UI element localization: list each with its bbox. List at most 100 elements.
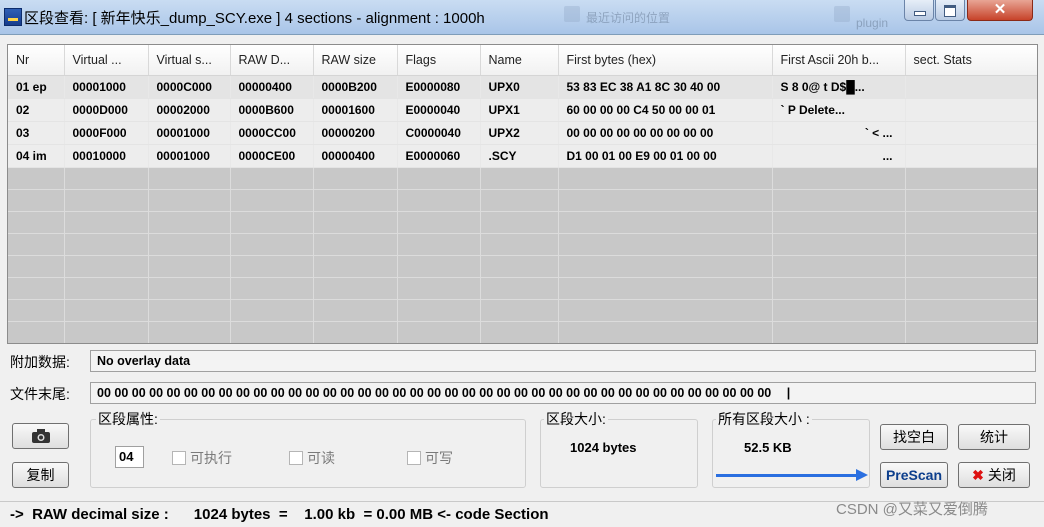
column-header-virtual-size[interactable]: Virtual s... xyxy=(148,45,231,76)
cell-virtual-offset: 0000F000 xyxy=(64,121,149,145)
cell-virtual-offset: 00010000 xyxy=(64,144,149,168)
sections-grid[interactable]: Nr Virtual ... Virtual s... RAW D... RAW… xyxy=(7,44,1038,344)
overlay-field[interactable]: No overlay data xyxy=(90,350,1036,372)
column-header-flags[interactable]: Flags xyxy=(397,45,481,76)
prescan-button[interactable]: PreScan xyxy=(880,462,948,488)
empty-row xyxy=(8,233,1037,256)
readable-checkbox[interactable]: 可读 xyxy=(289,448,335,468)
overlay-label: 附加数据: xyxy=(10,354,70,370)
eof-field[interactable]: 00 00 00 00 00 00 00 00 00 00 00 00 00 0… xyxy=(90,382,1036,404)
checkbox-box[interactable] xyxy=(289,451,303,465)
snapshot-button[interactable] xyxy=(12,423,69,449)
cell-first-ascii: S 8 0@ t D$█... xyxy=(772,75,906,99)
title-bar[interactable]: 区段查看: [ 新年快乐_dump_SCY.exe ] 4 sections -… xyxy=(0,0,1044,35)
cell-name: UPX0 xyxy=(480,75,559,99)
empty-row xyxy=(8,211,1037,234)
cell-raw-data: 0000B600 xyxy=(230,98,314,122)
cell-first-ascii: ` < ... xyxy=(772,121,906,145)
close-icon: ✕ xyxy=(993,1,1007,18)
folder-icon xyxy=(564,6,580,22)
all-sections-size-value: 52.5 KB xyxy=(744,440,792,455)
empty-row xyxy=(8,189,1037,212)
grid-header: Nr Virtual ... Virtual s... RAW D... RAW… xyxy=(8,45,1037,76)
app-icon xyxy=(4,8,22,26)
cell-name: UPX1 xyxy=(480,98,559,122)
cell-first-bytes: 00 00 00 00 00 00 00 00 00 xyxy=(558,121,773,145)
maximize-icon xyxy=(944,5,956,17)
cell-flags: E0000060 xyxy=(397,144,481,168)
minimize-button[interactable] xyxy=(904,0,934,21)
background-ghost-text: 最近访问的位置 xyxy=(586,11,671,25)
arrow-right-icon xyxy=(716,469,868,481)
cell-flags: E0000080 xyxy=(397,75,481,99)
readable-label: 可读 xyxy=(307,450,335,466)
cell-raw-size: 00001600 xyxy=(313,98,398,122)
table-row[interactable]: 04 im 00010000 00001000 0000CE00 0000040… xyxy=(8,144,1037,168)
empty-row xyxy=(8,167,1037,190)
text-caret: | xyxy=(786,386,791,400)
cell-flags: E0000040 xyxy=(397,98,481,122)
empty-row xyxy=(8,344,1037,345)
section-number-field[interactable]: 04 xyxy=(115,446,144,468)
column-header-raw-data[interactable]: RAW D... xyxy=(230,45,314,76)
empty-row xyxy=(8,299,1037,322)
find-empty-button[interactable]: 找空白 xyxy=(880,424,948,450)
background-ghost-text: plugin xyxy=(856,16,889,30)
cell-raw-data: 0000CE00 xyxy=(230,144,314,168)
column-header-raw-size[interactable]: RAW size xyxy=(313,45,398,76)
cell-raw-size: 00000200 xyxy=(313,121,398,145)
close-window-button[interactable]: ✕ xyxy=(967,0,1033,21)
section-size-value: 1024 bytes xyxy=(570,440,637,455)
copy-button[interactable]: 复制 xyxy=(12,462,69,488)
column-header-first-bytes[interactable]: First bytes (hex) xyxy=(558,45,773,76)
column-header-sect-stats[interactable]: sect. Stats xyxy=(905,45,1037,76)
writable-checkbox[interactable]: 可写 xyxy=(407,448,453,468)
column-header-first-ascii[interactable]: First Ascii 20h b... xyxy=(772,45,906,76)
table-row[interactable]: 03 0000F000 00001000 0000CC00 00000200 C… xyxy=(8,121,1037,145)
cell-virtual-size: 00002000 xyxy=(148,98,231,122)
table-row[interactable]: 02 0000D000 00002000 0000B600 00001600 E… xyxy=(8,98,1037,122)
column-header-name[interactable]: Name xyxy=(480,45,559,76)
camera-icon xyxy=(31,429,50,443)
status-text: -> RAW decimal size : 1024 bytes = 1.00 … xyxy=(10,506,549,523)
table-row[interactable]: 01 ep 00001000 0000C000 00000400 0000B20… xyxy=(8,75,1037,99)
cell-first-bytes: 60 00 00 00 C4 50 00 00 01 xyxy=(558,98,773,122)
column-header-nr[interactable]: Nr xyxy=(8,45,65,76)
writable-label: 可写 xyxy=(425,450,453,466)
section-properties-title: 区段属性: xyxy=(96,409,160,429)
column-header-virtual-offset[interactable]: Virtual ... xyxy=(64,45,149,76)
cell-name: UPX2 xyxy=(480,121,559,145)
cell-nr: 02 xyxy=(8,98,65,122)
cell-first-ascii: ... xyxy=(772,144,906,168)
close-button[interactable]: ✖ 关闭 xyxy=(958,462,1030,488)
cell-virtual-size: 00001000 xyxy=(148,144,231,168)
watermark: CSDN @又菜又爱倒腾 xyxy=(836,501,988,518)
close-button-label: 关闭 xyxy=(987,467,1016,483)
cell-raw-size: 0000B200 xyxy=(313,75,398,99)
cell-virtual-offset: 00001000 xyxy=(64,75,149,99)
executable-label: 可执行 xyxy=(190,450,232,466)
section-size-title: 区段大小: xyxy=(544,409,608,429)
cell-nr: 03 xyxy=(8,121,65,145)
stats-button[interactable]: 统计 xyxy=(958,424,1030,450)
cell-virtual-size: 00001000 xyxy=(148,121,231,145)
empty-row xyxy=(8,321,1037,343)
cell-first-bytes: D1 00 01 00 E9 00 01 00 00 xyxy=(558,144,773,168)
cell-first-bytes: 53 83 EC 38 A1 8C 30 40 00 xyxy=(558,75,773,99)
cell-sect-stats xyxy=(905,144,1037,168)
cell-raw-data: 0000CC00 xyxy=(230,121,314,145)
maximize-button[interactable] xyxy=(935,0,965,21)
close-x-icon: ✖ xyxy=(972,467,984,483)
checkbox-box[interactable] xyxy=(407,451,421,465)
minimize-icon xyxy=(914,11,926,16)
cell-sect-stats xyxy=(905,98,1037,122)
cell-sect-stats xyxy=(905,121,1037,145)
cell-sect-stats xyxy=(905,75,1037,99)
cell-raw-size: 00000400 xyxy=(313,144,398,168)
folder-icon xyxy=(834,6,850,22)
cell-flags: C0000040 xyxy=(397,121,481,145)
executable-checkbox[interactable]: 可执行 xyxy=(172,448,232,468)
empty-row xyxy=(8,255,1037,278)
empty-row xyxy=(8,277,1037,300)
checkbox-box[interactable] xyxy=(172,451,186,465)
